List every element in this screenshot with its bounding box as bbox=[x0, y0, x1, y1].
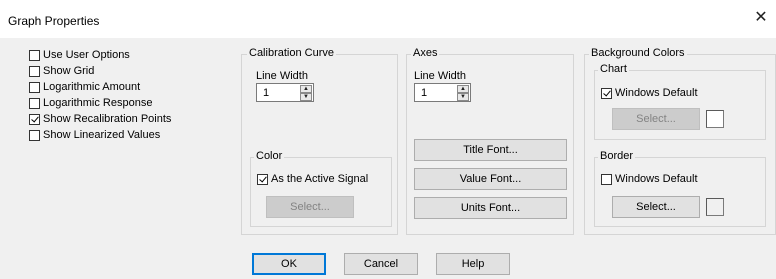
background-colors-title: Background Colors bbox=[589, 47, 687, 59]
checkbox-label: Show Grid bbox=[43, 65, 95, 77]
title-font-button[interactable]: Title Font... bbox=[414, 139, 567, 161]
color-select-button[interactable]: Select... bbox=[266, 196, 354, 218]
spin-down-icon[interactable]: ▼ bbox=[457, 93, 469, 101]
logarithmic-response-checkbox[interactable]: Logarithmic Response bbox=[29, 96, 152, 110]
checkbox-label: Windows Default bbox=[615, 173, 698, 185]
close-icon[interactable]: ✕ bbox=[746, 4, 776, 32]
spin-up-icon[interactable]: ▲ bbox=[457, 85, 469, 93]
window-title: Graph Properties bbox=[8, 14, 100, 28]
chart-select-button[interactable]: Select... bbox=[612, 108, 700, 130]
cancel-button[interactable]: Cancel bbox=[344, 253, 418, 275]
spin-up-icon[interactable]: ▲ bbox=[300, 85, 312, 93]
checkbox-label: Logarithmic Amount bbox=[43, 81, 141, 93]
logarithmic-amount-checkbox[interactable]: Logarithmic Amount bbox=[29, 80, 140, 94]
border-windows-default-checkbox[interactable]: Windows Default bbox=[601, 172, 698, 186]
axes-line-width-label: Line Width bbox=[414, 70, 466, 82]
spin-down-icon[interactable]: ▼ bbox=[300, 93, 312, 101]
help-button[interactable]: Help bbox=[436, 253, 510, 275]
checkbox-label: Show Linearized Values bbox=[43, 129, 161, 141]
show-grid-checkbox[interactable]: Show Grid bbox=[29, 64, 94, 78]
checkbox-label: As the Active Signal bbox=[271, 173, 369, 185]
show-linearized-values-checkbox[interactable]: Show Linearized Values bbox=[29, 128, 160, 142]
calibration-curve-title: Calibration Curve bbox=[247, 47, 336, 59]
show-recalibration-points-checkbox[interactable]: Show Recalibration Points bbox=[29, 112, 171, 126]
spinner-value: 1 bbox=[263, 87, 270, 99]
calibration-line-width-label: Line Width bbox=[256, 70, 308, 82]
checkbox-box bbox=[29, 49, 40, 61]
checkbox-box bbox=[601, 173, 612, 185]
checkbox-box bbox=[29, 129, 40, 141]
ok-button[interactable]: OK bbox=[252, 253, 326, 275]
checkbox-box bbox=[29, 97, 40, 109]
checkbox-label: Windows Default bbox=[615, 87, 698, 99]
axes-title: Axes bbox=[411, 47, 440, 59]
checkbox-label: Show Recalibration Points bbox=[43, 113, 172, 125]
color-group-title: Color bbox=[254, 150, 285, 162]
chart-group-title: Chart bbox=[598, 63, 629, 75]
checkbox-box-checked bbox=[601, 87, 612, 99]
use-user-options-checkbox[interactable]: Use User Options bbox=[29, 48, 130, 62]
title-bar: Graph Properties ✕ bbox=[0, 0, 776, 38]
axes-line-width-spinner[interactable]: 1 ▲ ▼ bbox=[414, 83, 471, 102]
chart-windows-default-checkbox[interactable]: Windows Default bbox=[601, 86, 698, 100]
spinner-value: 1 bbox=[421, 87, 428, 99]
border-group-title: Border bbox=[598, 150, 636, 162]
units-font-button[interactable]: Units Font... bbox=[414, 197, 567, 219]
chart-color-swatch bbox=[706, 110, 724, 128]
border-color-swatch bbox=[706, 198, 724, 216]
value-font-button[interactable]: Value Font... bbox=[414, 168, 567, 190]
checkbox-box bbox=[29, 81, 40, 93]
checkbox-box bbox=[29, 65, 40, 77]
border-select-button[interactable]: Select... bbox=[612, 196, 700, 218]
calibration-line-width-spinner[interactable]: 1 ▲ ▼ bbox=[256, 83, 314, 102]
checkbox-label: Use User Options bbox=[43, 49, 130, 61]
checkbox-box-checked bbox=[29, 113, 40, 125]
as-active-signal-checkbox[interactable]: As the Active Signal bbox=[257, 172, 368, 186]
checkbox-label: Logarithmic Response bbox=[43, 97, 153, 109]
checkbox-box-checked bbox=[257, 173, 268, 185]
